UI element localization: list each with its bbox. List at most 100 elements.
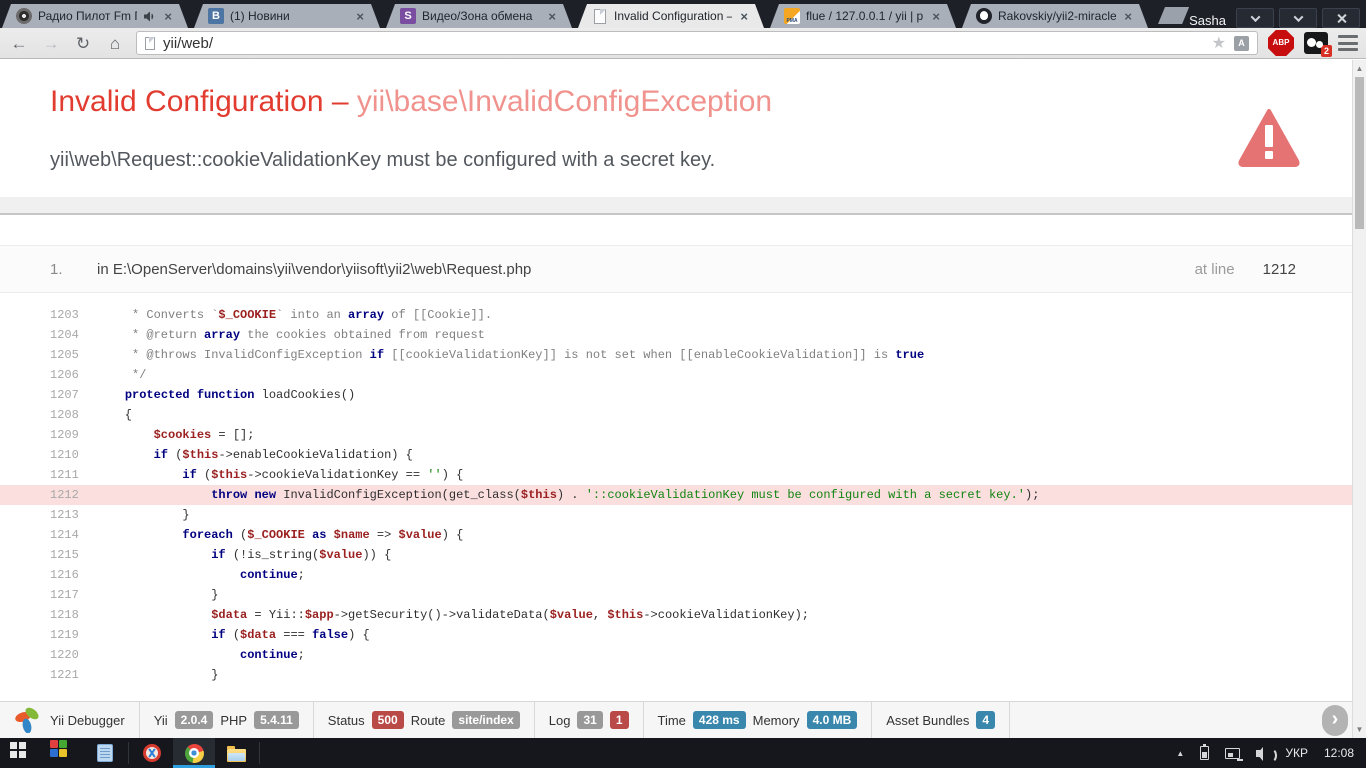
line-number: 1221 [50, 665, 96, 685]
taskbar-clock[interactable]: 12:08 [1324, 746, 1354, 760]
folder-icon [227, 749, 246, 762]
code-line-1203: 1203 * Converts `$_COOKIE` into an array… [0, 305, 1366, 325]
tab-close-icon[interactable]: × [354, 9, 366, 24]
toolbar-block-status-route[interactable]: Status500Routesite/index [314, 702, 535, 738]
close-button[interactable] [1322, 8, 1360, 28]
close-icon [1336, 13, 1347, 24]
error-title: Invalid Configuration [50, 85, 324, 118]
github-favicon [976, 8, 992, 24]
stack-index: 1. [50, 261, 97, 278]
code-block: 1203 * Converts `$_COOKIE` into an array… [0, 305, 1366, 685]
scroll-up-icon[interactable]: ▲ [1353, 64, 1366, 73]
chrome[interactable] [173, 738, 215, 768]
tab-close-icon[interactable]: × [930, 9, 942, 24]
profile-name[interactable]: Sasha [1189, 8, 1236, 28]
windows-icon [10, 742, 17, 749]
line-number: 1208 [50, 405, 96, 425]
code-line-1204: 1204 * @return array the cookies obtaine… [0, 325, 1366, 345]
hidden-icons-arrow[interactable]: ▲ [1176, 749, 1184, 758]
home-button[interactable]: ⌂ [104, 35, 126, 52]
forward-button[interactable]: → [40, 35, 62, 52]
minimize-icon [1250, 12, 1260, 22]
toolbar-badge: 4 [976, 711, 995, 729]
scroll-down-icon[interactable]: ▼ [1353, 725, 1366, 734]
toolbar-label: Yii [154, 713, 168, 728]
tab-1[interactable]: Радио Пилот Fm Плей × [2, 4, 188, 28]
network-icon[interactable] [1225, 748, 1240, 759]
code-line-1211: 1211 if ($this->cookieValidationKey == '… [0, 465, 1366, 485]
yii-logo-icon [14, 705, 42, 736]
notepad-icon [97, 744, 113, 762]
toolbar-badge: 500 [372, 711, 404, 729]
reload-button[interactable]: ↻ [72, 35, 94, 52]
tab-title: flue / 127.0.0.1 / yii | phpM [806, 9, 924, 23]
tab-6[interactable]: Rakovskiy/yii2-miracle · G× [962, 4, 1148, 28]
tab-4[interactable]: Invalid Configuration – yii× [578, 4, 764, 28]
page-favicon [145, 37, 155, 50]
tab-3[interactable]: SВидео/Зона обмена× [386, 4, 572, 28]
tab-title: (1) Новини [230, 9, 348, 23]
call-stack-item-header[interactable]: 1. in E:\OpenServer\domains\yii\vendor\y… [0, 245, 1366, 293]
battery-icon[interactable] [1200, 746, 1209, 760]
line-number: 1213 [50, 505, 96, 525]
tab-2[interactable]: B(1) Новини× [194, 4, 380, 28]
toolbar-label: Log [549, 713, 571, 728]
extension-badge: 2 [1321, 45, 1332, 57]
error-header: Invalid Configuration – yii\base\Invalid… [0, 85, 1366, 172]
new-tab-button[interactable] [1158, 7, 1189, 24]
minimize-button[interactable] [1236, 8, 1274, 28]
header-divider [0, 197, 1366, 215]
taskbar-separator [128, 742, 129, 764]
tab-close-icon[interactable]: × [546, 9, 558, 24]
toolbar-label: Asset Bundles [886, 713, 969, 728]
bookmark-star-icon[interactable]: ★ [1212, 33, 1226, 53]
tab-close-icon[interactable]: × [738, 9, 750, 24]
toolbar-badge: 2.0.4 [175, 711, 214, 729]
page-scrollbar[interactable]: ▲ ▼ [1352, 60, 1366, 738]
tab-5[interactable]: PMAflue / 127.0.0.1 / yii | phpM× [770, 4, 956, 28]
downloads-extension-icon[interactable]: 2 [1304, 32, 1328, 54]
toolbar-badge: 4.0 MB [807, 711, 858, 729]
toolbar-label: Time [658, 713, 686, 728]
toolbar-block-log[interactable]: Log311 [535, 702, 644, 738]
address-bar[interactable]: yii/web/ ★ A [136, 31, 1258, 55]
screenshot-tool[interactable] [131, 738, 173, 768]
language-indicator[interactable]: УКР [1285, 746, 1308, 760]
scrollbar-thumb[interactable] [1355, 77, 1364, 229]
stack-file-path: in E:\OpenServer\domains\yii\vendor\yiis… [97, 261, 531, 278]
line-number: 1218 [50, 605, 96, 625]
back-button[interactable]: ← [8, 35, 30, 52]
notepad[interactable] [84, 738, 126, 768]
tabs-container: Радио Пилот Fm Плей×B(1) Новини×SВидео/З… [0, 4, 1154, 28]
code-line-1213: 1213 } [0, 505, 1366, 525]
adblock-extension-icon[interactable]: ABP [1268, 30, 1294, 56]
tab-title: Радио Пилот Fm Плей [38, 9, 137, 23]
tab-close-icon[interactable]: × [1122, 9, 1134, 24]
toolbar-badge: 5.4.11 [254, 711, 299, 729]
line-number: 1219 [50, 625, 96, 645]
code-line-1220: 1220 continue; [0, 645, 1366, 665]
code-line-1221: 1221 } [0, 665, 1366, 685]
tab-close-icon[interactable]: × [162, 9, 174, 24]
chrome-menu-icon[interactable] [1338, 35, 1358, 51]
toolbar-block-versions[interactable]: Yii2.0.4PHP5.4.11 [140, 702, 314, 738]
yii-debug-toolbar: Yii Debugger Yii2.0.4PHP5.4.11Status500R… [0, 701, 1366, 738]
graphics-app[interactable] [42, 738, 84, 768]
maximize-icon [1293, 12, 1303, 22]
toolbar-block-time-memory[interactable]: Time428 msMemory4.0 MB [644, 702, 873, 738]
exception-class: yii\base\InvalidConfigException [357, 85, 772, 118]
url-text[interactable]: yii/web/ [163, 35, 1204, 52]
file-explorer[interactable] [215, 738, 257, 768]
maximize-button[interactable] [1279, 8, 1317, 28]
toolbar-collapse-button[interactable]: › [1322, 705, 1348, 736]
debugger-brand[interactable]: Yii Debugger [0, 702, 140, 738]
translate-icon[interactable]: A [1234, 36, 1249, 51]
code-line-1205: 1205 * @throws InvalidConfigException if… [0, 345, 1366, 365]
toolbar-block-asset-bundles[interactable]: Asset Bundles 4 [872, 702, 1010, 738]
start-button[interactable] [0, 738, 42, 768]
document-favicon [594, 9, 606, 24]
volume-icon[interactable] [1256, 750, 1261, 757]
chrome-icon [185, 744, 204, 763]
at-line-label: at line [1195, 261, 1235, 278]
code-line-1217: 1217 } [0, 585, 1366, 605]
